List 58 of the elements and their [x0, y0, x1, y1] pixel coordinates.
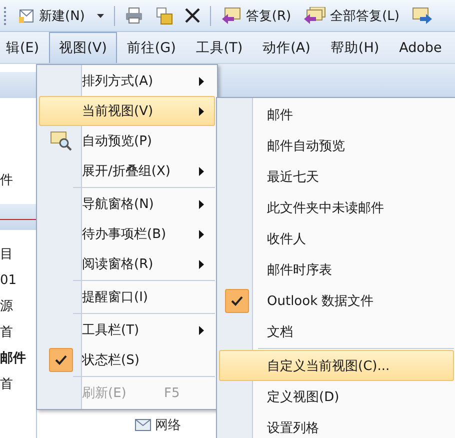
new-mail-icon: [18, 8, 36, 24]
menu-bar-item[interactable]: 辑(E): [0, 32, 50, 63]
printer-icon: [124, 7, 143, 24]
menu-item[interactable]: 邮件: [219, 99, 454, 130]
new-button[interactable]: 新建(N): [14, 4, 89, 26]
menu-item[interactable]: 自动预览(P): [39, 126, 215, 156]
submenu-arrow-icon: [199, 230, 204, 238]
folder-label: 目: [0, 246, 14, 264]
envelope-icon: [135, 419, 151, 431]
menu-item[interactable]: 最近七天: [219, 161, 454, 192]
menu-bar-item[interactable]: 动作(A): [252, 32, 320, 63]
menu-item[interactable]: 收件人: [219, 223, 454, 254]
submenu-arrow-icon: [199, 260, 204, 268]
folder-label: 01: [0, 272, 18, 290]
folder-move-icon: [154, 6, 173, 24]
menu-item[interactable]: Outlook 数据文件: [219, 285, 454, 316]
reply-button[interactable]: 答复(R): [216, 4, 296, 26]
forward-icon: [411, 7, 434, 24]
menu-item[interactable]: 设置列格: [219, 412, 454, 438]
folder-label: 首: [0, 324, 14, 342]
submenu-arrow-icon: [199, 76, 204, 86]
menu-item[interactable]: 展开/折叠组(X): [39, 156, 215, 186]
menu-bar-item[interactable]: Adobe: [389, 33, 452, 62]
reply-icon: [220, 7, 243, 24]
menu-item[interactable]: 自定义当前视图(C)...: [219, 350, 454, 381]
menu-item[interactable]: 待办事项栏(B): [39, 219, 215, 249]
submenu-arrow-icon: [199, 106, 204, 116]
menu-bar-item[interactable]: 前往(G): [116, 32, 186, 63]
submenu-arrow-icon: [199, 326, 204, 334]
menu-item[interactable]: 提醒窗口(I): [39, 282, 215, 312]
dropdown-arrow-icon: [96, 14, 104, 18]
menu-item[interactable]: 状态栏(S): [39, 345, 215, 375]
menu-bar-item[interactable]: 工具(T): [186, 32, 253, 63]
menu-item[interactable]: 导航窗格(N): [39, 189, 215, 219]
pane-header: [0, 72, 36, 98]
folder-label: 首: [0, 376, 14, 394]
menu-item[interactable]: 排列方式(A): [39, 66, 215, 96]
preview-icon: [50, 131, 72, 151]
submenu-arrow-icon: [199, 200, 204, 208]
menu-bar-item[interactable]: 帮助(H): [320, 32, 390, 63]
folder-label: 源: [0, 298, 14, 316]
reply-all-icon: [303, 7, 328, 24]
delete-icon: [184, 8, 200, 23]
submenu-arrow-icon: [199, 166, 204, 176]
folder-label: 件: [0, 172, 14, 190]
folder-label: 邮件: [0, 350, 27, 368]
menu-item[interactable]: 阅读窗格(R): [39, 249, 215, 279]
menu-item[interactable]: 此文件夹中未读邮件: [219, 192, 454, 223]
menu-item[interactable]: 工具栏(T): [39, 315, 215, 345]
pane-header: [0, 204, 36, 230]
reply-all-button[interactable]: 全部答复(L): [299, 4, 404, 26]
menu-item[interactable]: 当前视图(V): [39, 96, 215, 126]
menu-item[interactable]: 邮件自动预览: [219, 130, 454, 161]
menu-item[interactable]: 邮件时序表: [219, 254, 454, 285]
menu-item[interactable]: 定义视图(D): [219, 381, 454, 412]
folder-label: 网络: [155, 417, 181, 434]
menu-bar-item[interactable]: 视图(V): [49, 32, 117, 63]
menu-item[interactable]: 文档: [219, 316, 454, 347]
